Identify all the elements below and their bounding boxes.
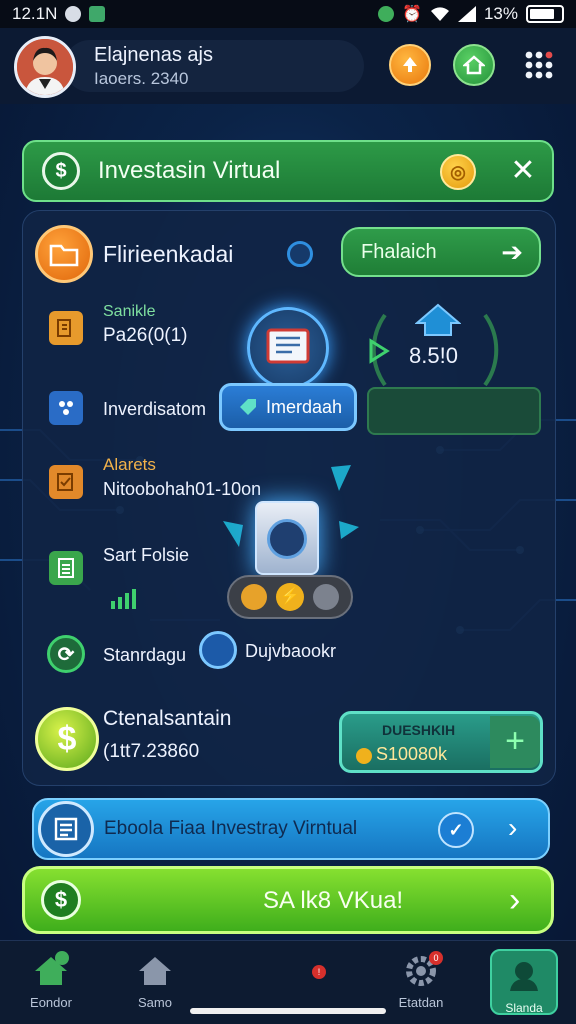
item1-label: Sanikle [103,303,156,320]
spreadsheet-icon [49,551,83,585]
nav-label-eondor: Eondor [30,995,72,1010]
home-button[interactable] [453,44,495,86]
dollar-badge-icon: $ [35,707,99,771]
gear-icon [312,584,339,610]
lightning-icon: ⚡ [275,583,304,611]
bar-chart-icon [111,589,136,609]
dollar-coin-icon: $ [42,152,80,190]
nav-item-eondor[interactable]: Eondor [6,951,96,1010]
check-icon: ✓ [438,812,474,848]
document-icon [38,801,94,857]
action-button-label: Fhalaich [361,240,437,263]
gold-coin-icon: ◎ [440,154,476,190]
section-title: Flirieenkadai [103,241,234,267]
notification-icon [65,6,82,22]
action-button[interactable]: Fhalaich ➔ [341,227,541,277]
alarm-icon: ⏰ [402,6,422,23]
grid-icon [525,51,553,79]
compass-icon[interactable] [199,631,237,669]
wifi-icon [430,7,449,21]
avatar[interactable] [14,36,76,98]
investment-card: Flirieenkadai Fhalaich ➔ Sanikle Pa26(0(… [22,210,556,786]
info-bar-text: Eboola Fiaa Investray Virntual [104,818,358,839]
chevron-right-cta-icon: › [509,881,521,919]
item3-label: Alarets [103,455,156,474]
user-profile-pill[interactable]: Elajnenas ajs Iaoers. 2340 [64,40,364,92]
center-button[interactable]: Imerdaah [219,383,357,431]
settings-group-icon [49,391,83,425]
center-button-label: Imerdaah [266,396,343,417]
info-bar[interactable]: Eboola Fiaa Investray Virntual ✓ › [32,798,550,860]
plus-button[interactable]: + [490,716,540,768]
status-bar: 12.1N ⏰ 13% [0,0,576,28]
nav-label-samo: Samo [138,995,172,1010]
folder-icon [35,225,93,283]
status-time: 12.1N [12,4,58,23]
apps-menu-button[interactable] [524,50,554,80]
cta-label: SA lk8 VKua! [263,887,404,914]
nav-label-etatdan: Etatdan [398,995,444,1010]
notification-badge [55,951,69,965]
close-icon[interactable]: ✕ [506,154,540,188]
gear-coin-icon [241,584,268,610]
nav-item-etatdan[interactable]: 0 Etatdan [376,951,466,1010]
nav-label-slanda: Slanda [505,1001,543,1015]
item5-extra: Dujvbaookr [245,641,337,661]
battery-icon [526,5,564,23]
user-subtitle: Iaoers. 2340 [94,69,189,88]
user-name: Elajnenas ajs [94,44,213,66]
tag-icon [240,399,256,415]
sync-icon: ⟳ [47,635,85,673]
document-edit-icon [49,311,83,345]
upload-button[interactable] [389,44,431,86]
house-icon [414,303,462,342]
home-nav-icon [33,951,69,989]
home-indicator[interactable] [190,1008,386,1014]
gear-small-icon [356,748,372,764]
deposit-box[interactable]: DUESHKIH S10080k + [339,711,543,773]
total-value: (1tt7.23860 [103,741,200,762]
dollar-coin-cta-icon: $ [41,880,81,920]
nav-item-samo[interactable]: Samo [110,953,200,1010]
input-box[interactable] [367,387,541,435]
house-nav-icon [137,953,173,989]
nav-item-center[interactable]: ! [274,953,364,979]
checklist-icon [49,465,83,499]
item2-label: Inverdisatom [103,399,207,419]
nav-item-slanda[interactable]: Slanda [490,949,558,1015]
arrow-right-icon: ➔ [501,236,523,267]
chevron-right-icon: › [508,812,518,843]
battery-percent: 13% [483,4,518,23]
home-icon [463,55,485,75]
item4-label: Sart Folsie [103,545,190,565]
item5-label: Stanrdagu [103,645,187,665]
deposit-title: DUESHKIH [382,722,456,738]
gauge-value: 8.5!0 [409,343,458,368]
alert-badge: ! [312,965,326,979]
app-notification-icon [89,6,106,22]
virtual-investment-banner[interactable]: $ Investasin Virtual ◎ ✕ [22,140,554,202]
tools-pill[interactable]: ⚡ [227,575,353,619]
settings-badge: 0 [429,951,443,965]
item1-value: Pa26(0(1) [103,325,188,346]
banner-title: Investasin Virtual [98,157,281,184]
profile-nav-icon [506,957,542,993]
refresh-icon[interactable] [287,241,313,267]
safe-machine-icon [255,501,319,575]
app-header: Elajnenas ajs Iaoers. 2340 [0,28,576,104]
total-label: Ctenalsantain [103,707,232,730]
gear-nav-icon: 0 [403,951,443,989]
upload-icon [403,57,417,72]
cta-button[interactable]: $ SA lk8 VKua! › [22,866,554,934]
report-screen-icon [247,307,329,389]
deposit-value: S10080k [376,744,448,764]
signal-icon [457,6,476,22]
location-icon [378,6,395,22]
